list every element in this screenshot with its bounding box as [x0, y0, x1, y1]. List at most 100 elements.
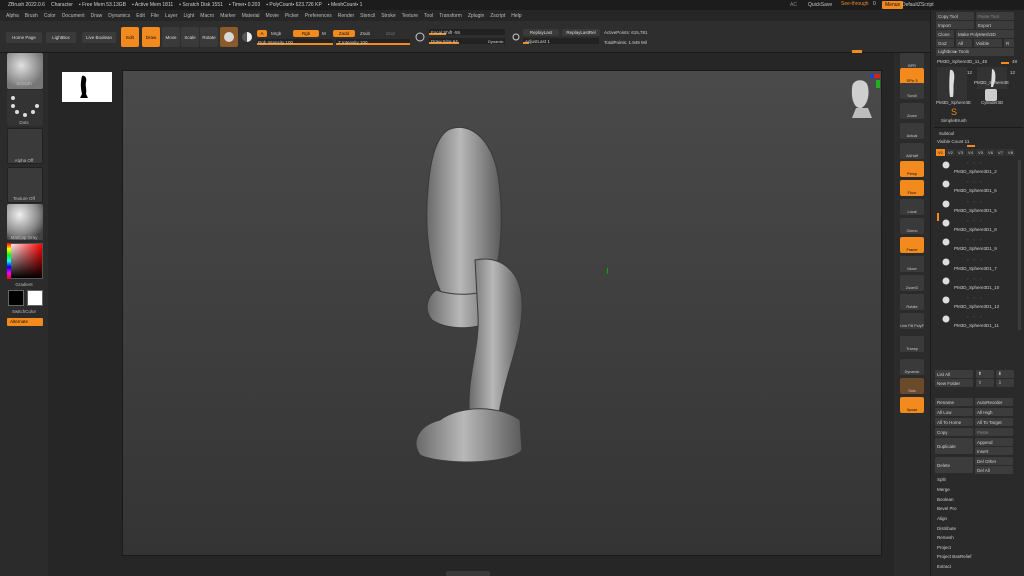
list-all-button[interactable]: List All	[935, 370, 973, 378]
lightbox-tools-button[interactable]: Lightbox▸ Tools	[936, 48, 1014, 56]
edit-button[interactable]: Edit	[121, 27, 139, 47]
sculpt-model[interactable]	[380, 120, 560, 480]
tool-thumb-1[interactable]	[937, 67, 967, 101]
subtool-scrollbar[interactable]	[1018, 160, 1021, 330]
extract-section[interactable]: Extract	[937, 564, 951, 569]
menu-dynamics[interactable]: Dynamics	[108, 13, 130, 19]
menu-alpha[interactable]: Alpha	[6, 13, 19, 19]
subtool-row[interactable]: ◦ ◦ ◦ PM3D_Sphere3D1_9	[937, 236, 1013, 255]
shelf-floor-button[interactable]: Floor	[900, 180, 924, 196]
visible-count-fill[interactable]	[967, 145, 975, 147]
r-button[interactable]: R	[1004, 39, 1014, 47]
align-section[interactable]: Align	[937, 516, 947, 521]
menu-render[interactable]: Render	[338, 13, 354, 19]
ac-label[interactable]: AC	[790, 2, 797, 8]
make-polymesh-button[interactable]: Make PolyMesh3D	[956, 30, 1014, 38]
menu-help[interactable]: Help	[511, 13, 521, 19]
all-to-home-button[interactable]: All To Home	[935, 418, 973, 426]
zcut-toggle[interactable]: Zcut	[386, 31, 395, 36]
folder-arrow-icon[interactable]: ⇧	[976, 379, 994, 387]
visibility-tab-v1[interactable]: V1	[936, 149, 945, 156]
menu-macro[interactable]: Macro	[200, 13, 214, 19]
project-section[interactable]: Project	[937, 545, 951, 550]
seethrough-slider[interactable]: See-through	[841, 1, 869, 7]
simplebrush-icon[interactable]: S	[951, 107, 961, 117]
menu-marker[interactable]: Marker	[220, 13, 236, 19]
subtool-visibility-icon[interactable]: ◦ ◦ ◦	[967, 295, 983, 300]
live-boolean-button[interactable]: Live Boolean	[82, 32, 116, 43]
orientation-gizmo[interactable]	[838, 72, 884, 122]
all-button[interactable]: All	[956, 39, 972, 47]
copy-button[interactable]: Copy	[935, 428, 973, 436]
bottom-tray-handle[interactable]	[446, 571, 490, 576]
home-page-button[interactable]: Home Page	[6, 32, 42, 43]
mrgb-toggle[interactable]: Mrgb	[271, 31, 281, 36]
visibility-tab-v5[interactable]: V5	[976, 149, 985, 156]
visibility-tab-v6[interactable]: V6	[986, 149, 995, 156]
all-high-button[interactable]: All High	[975, 408, 1013, 416]
material-half-icon[interactable]	[240, 27, 254, 47]
copy-tool-button[interactable]: Copy Tool	[936, 12, 974, 20]
shelf-zoom-button[interactable]: Zoom	[900, 103, 924, 119]
switch-color-button[interactable]: SwitchColor	[0, 309, 48, 314]
clone-button[interactable]: Clone	[936, 30, 954, 38]
menu-zplugin[interactable]: Zplugin	[468, 13, 484, 19]
all-to-target-button[interactable]: All To Target	[975, 418, 1013, 426]
folder-down-icon[interactable]: ⇩	[996, 379, 1014, 387]
merge-section[interactable]: Merge	[937, 487, 950, 492]
paste-tool-button[interactable]: Paste Tool	[976, 12, 1014, 20]
zadd-toggle[interactable]: Zadd	[333, 30, 355, 37]
shelf-gizmo-button[interactable]: Gizmo	[900, 218, 924, 234]
shelf-dynamic-button[interactable]: Dynamic	[900, 359, 924, 375]
quicksave-button[interactable]: QuickSave	[808, 2, 832, 8]
shelf-solo-button[interactable]: Solo	[900, 378, 924, 394]
hue-strip[interactable]	[7, 243, 11, 279]
shelf-local-button[interactable]: Local	[900, 199, 924, 215]
del-other-button[interactable]: Del Other	[975, 457, 1013, 465]
visible-button[interactable]: Visible	[974, 39, 1002, 47]
menu-light[interactable]: Light	[183, 13, 194, 19]
draw-button[interactable]: Draw	[142, 27, 160, 47]
tool-thumb-2[interactable]	[977, 67, 1007, 89]
shelf-persp-button[interactable]: Persp	[900, 161, 924, 177]
menu-edit[interactable]: Edit	[136, 13, 145, 19]
subtool-visibility-icon[interactable]: ◦ ◦ ◦	[967, 237, 983, 242]
visibility-tab-v2[interactable]: V2	[946, 149, 955, 156]
subtool-row[interactable]: ◦ ◦ ◦ PM3D_Sphere3D1_7	[937, 256, 1013, 275]
scale-button[interactable]: Scale	[181, 27, 199, 47]
dynamic-toggle[interactable]: Dynamic	[488, 39, 504, 44]
subtool-visibility-icon[interactable]: ◦ ◦ ◦	[967, 314, 983, 319]
goz-button[interactable]: GoZ	[936, 39, 954, 47]
material-sphere-icon[interactable]	[220, 27, 238, 47]
move-button[interactable]: Move	[162, 27, 180, 47]
move-up-icon[interactable]: ⬆	[976, 370, 994, 378]
visibility-tab-v3[interactable]: V3	[956, 149, 965, 156]
menu-material[interactable]: Material	[242, 13, 260, 19]
subtool-visibility-icon[interactable]: ◦ ◦ ◦	[967, 218, 983, 223]
subtool-visibility-icon[interactable]: ◦ ◦ ◦	[967, 257, 983, 262]
subtool-header[interactable]: Subtool	[939, 131, 954, 136]
subtool-row[interactable]: ◦ ◦ ◦ PM3D_Sphere3D1_2	[937, 159, 1013, 178]
subtool-visibility-icon[interactable]: ◦ ◦ ◦	[967, 276, 983, 281]
zscript-label[interactable]: DefaultZScript	[902, 2, 934, 8]
alternate-button[interactable]: Alternate	[7, 318, 43, 326]
insert-button[interactable]: Insert	[975, 447, 1013, 455]
shelf-spix-3-button[interactable]: SPix 3	[900, 68, 924, 84]
menu-stencil[interactable]: Stencil	[360, 13, 375, 19]
lightbox-button[interactable]: LightBox	[46, 32, 76, 43]
visibility-tab-v8[interactable]: V8	[1006, 149, 1015, 156]
shelf-actual-button[interactable]: Actual	[900, 123, 924, 139]
rotate-button[interactable]: Rotate	[200, 27, 218, 47]
shelf-scroll-button[interactable]: Scroll	[900, 83, 924, 99]
shelf-line-fill-polyf-button[interactable]: Line Fill PolyF	[900, 313, 924, 329]
boolean-section[interactable]: Boolean	[937, 497, 954, 502]
shelf-move-button[interactable]: Move	[900, 256, 924, 272]
menu-color[interactable]: Color	[44, 13, 56, 19]
paste-button[interactable]: Paste	[975, 428, 1013, 436]
menus-button[interactable]: Menus	[882, 1, 904, 9]
import-button[interactable]: Import	[936, 21, 974, 29]
rename-button[interactable]: Rename	[935, 398, 973, 406]
autoreorder-button[interactable]: AutoReorder	[975, 398, 1013, 406]
main-color-swatch[interactable]	[8, 290, 24, 306]
m-toggle[interactable]: M	[322, 31, 326, 36]
